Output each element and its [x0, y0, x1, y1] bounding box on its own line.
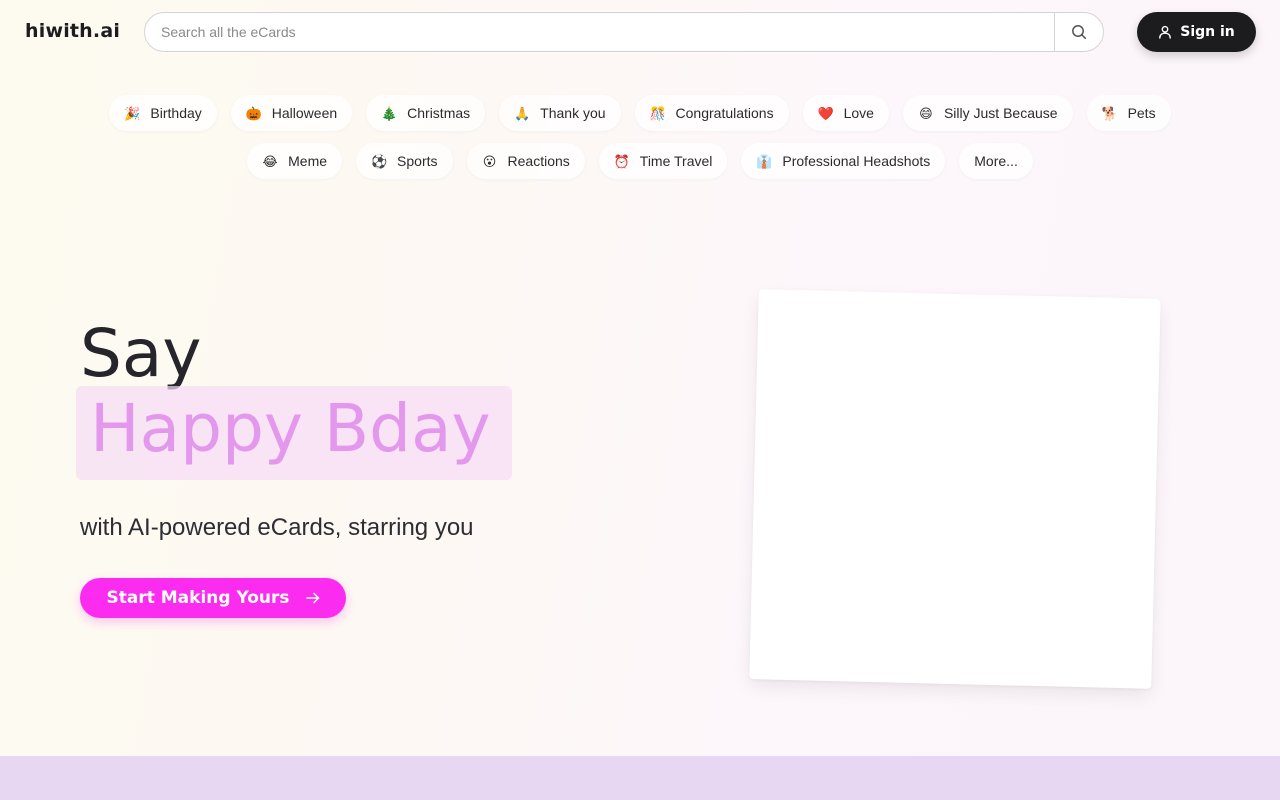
category-chip-label: Christmas: [407, 105, 471, 121]
arrow-right-icon: [305, 592, 319, 604]
search-input[interactable]: [145, 13, 1054, 51]
search-button[interactable]: [1054, 13, 1103, 51]
category-chip-thank-you[interactable]: 🙏 Thank you: [499, 95, 621, 131]
category-chip-christmas[interactable]: 🎄 Christmas: [366, 95, 486, 131]
category-chip-label: Birthday: [150, 105, 202, 121]
ecard-preview: [749, 289, 1161, 689]
sign-in-label: Sign in: [1180, 24, 1235, 40]
folded-hands-icon: 🙏: [514, 105, 531, 121]
category-chip-label: More...: [974, 153, 1018, 169]
category-chip-label: Pets: [1127, 105, 1156, 121]
search-icon: [1072, 25, 1087, 40]
christmas-tree-icon: 🎄: [381, 105, 398, 121]
sign-in-button[interactable]: Sign in: [1137, 12, 1256, 52]
user-icon: [1159, 25, 1172, 39]
hero-subtitle: with AI-powered eCards, starring you: [80, 514, 474, 541]
category-chip-label: Halloween: [271, 105, 338, 121]
confetti-icon: 🎊: [649, 105, 666, 121]
category-chip-more[interactable]: More...: [959, 143, 1033, 179]
smiley-icon: 😄: [919, 105, 933, 121]
heart-icon: ❤️: [817, 105, 834, 121]
ball-icon: ⚽: [371, 153, 388, 169]
start-making-button[interactable]: Start Making Yours: [80, 578, 346, 618]
category-chip-sports[interactable]: ⚽ Sports: [356, 143, 453, 179]
category-row-1: 🎉 Birthday 🎃 Halloween 🎄 Christmas 🙏 Thank you 🎊…: [109, 95, 1171, 131]
bottom-section: [0, 756, 1280, 800]
category-chip-label: Thank you: [540, 105, 606, 121]
category-chip-time-travel[interactable]: ⏰ Time Travel: [598, 143, 728, 179]
category-chip-label: Time Travel: [639, 153, 713, 169]
category-chip-label: Silly Just Because: [943, 105, 1058, 121]
dog-icon: 🐕: [1101, 105, 1118, 121]
surprised-face-icon: 😮: [482, 153, 497, 169]
category-chip-label: Love: [843, 105, 874, 121]
start-making-label: Start Making Yours: [106, 588, 290, 608]
category-chip-meme[interactable]: 😂 Meme: [247, 143, 343, 179]
category-chips: 🎉 Birthday 🎃 Halloween 🎄 Christmas 🙏 Thank you 🎊…: [0, 95, 1280, 179]
search-bar: [144, 12, 1104, 52]
category-chip-halloween[interactable]: 🎃 Halloween: [230, 95, 353, 131]
pumpkin-icon: 🎃: [245, 105, 262, 121]
category-chip-love[interactable]: ❤️ Love: [802, 95, 889, 131]
category-chip-silly-just-because[interactable]: 😄 Silly Just Because: [902, 95, 1073, 131]
category-chip-label: Congratulations: [675, 105, 774, 121]
party-popper-icon: 🎉: [124, 105, 141, 121]
category-chip-professional-headshots[interactable]: 👔 Professional Headshots: [741, 143, 946, 179]
category-chip-birthday[interactable]: 🎉 Birthday: [109, 95, 217, 131]
category-row-2: 😂 Meme ⚽ Sports 😮 Reactions ⏰ Time Travel 👔 Profe…: [247, 143, 1033, 179]
alarm-clock-icon: ⏰: [613, 153, 630, 169]
logo[interactable]: hiwith.ai: [25, 20, 120, 42]
category-chip-congratulations[interactable]: 🎊 Congratulations: [634, 95, 789, 131]
category-chip-label: Reactions: [507, 153, 570, 169]
laughing-face-icon: 😂: [262, 153, 278, 169]
category-chip-pets[interactable]: 🐕 Pets: [1086, 95, 1171, 131]
hero-say: Say: [80, 315, 202, 392]
category-chip-label: Sports: [397, 153, 438, 169]
shirt-icon: 👔: [756, 153, 773, 169]
category-chip-reactions[interactable]: 😮 Reactions: [466, 143, 585, 179]
category-chip-label: Meme: [288, 153, 328, 169]
hero-phrase: Happy Bday: [90, 390, 491, 467]
category-chip-label: Professional Headshots: [782, 153, 931, 169]
